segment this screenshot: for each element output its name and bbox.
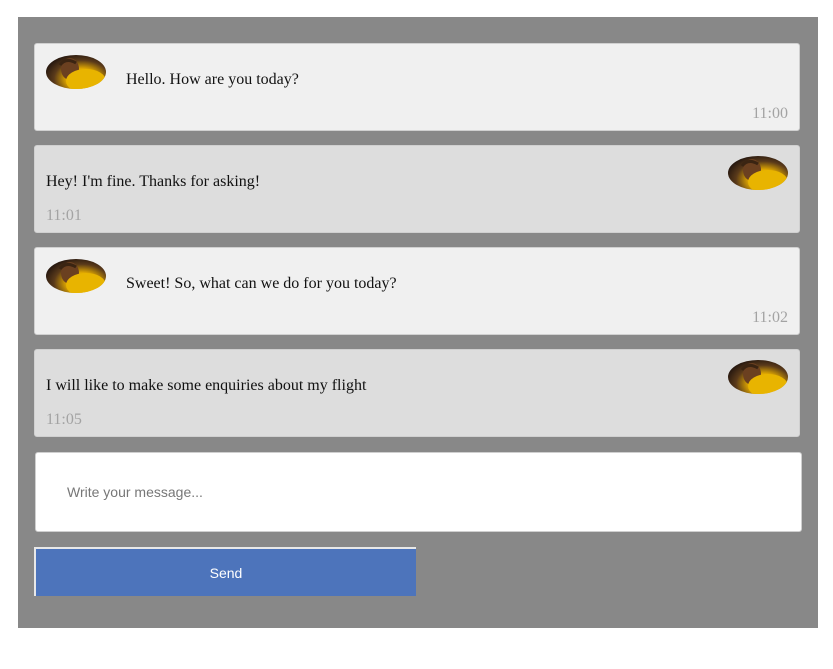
- message-text: Hey! I'm fine. Thanks for asking!: [46, 173, 261, 190]
- avatar: [728, 156, 788, 190]
- avatar: [46, 55, 106, 89]
- message-text: Sweet! So, what can we do for you today?: [126, 275, 397, 292]
- message-text: Hello. How are you today?: [126, 71, 299, 88]
- avatar: [728, 360, 788, 394]
- message-timestamp: 11:02: [752, 309, 788, 326]
- chat-message-outgoing: Hey! I'm fine. Thanks for asking! 11:01: [34, 145, 800, 233]
- message-input[interactable]: [35, 452, 802, 532]
- chat-message-outgoing: I will like to make some enquiries about…: [34, 349, 800, 437]
- avatar: [46, 259, 106, 293]
- message-timestamp: 11:00: [752, 105, 788, 122]
- message-timestamp: 11:01: [46, 207, 82, 224]
- chat-panel: Hello. How are you today? 11:00 Hey! I'm…: [18, 17, 818, 628]
- chat-message-incoming: Sweet! So, what can we do for you today?…: [34, 247, 800, 335]
- message-text: I will like to make some enquiries about…: [46, 377, 367, 394]
- chat-message-incoming: Hello. How are you today? 11:00: [34, 43, 800, 131]
- send-button[interactable]: Send: [34, 547, 416, 596]
- message-timestamp: 11:05: [46, 411, 82, 428]
